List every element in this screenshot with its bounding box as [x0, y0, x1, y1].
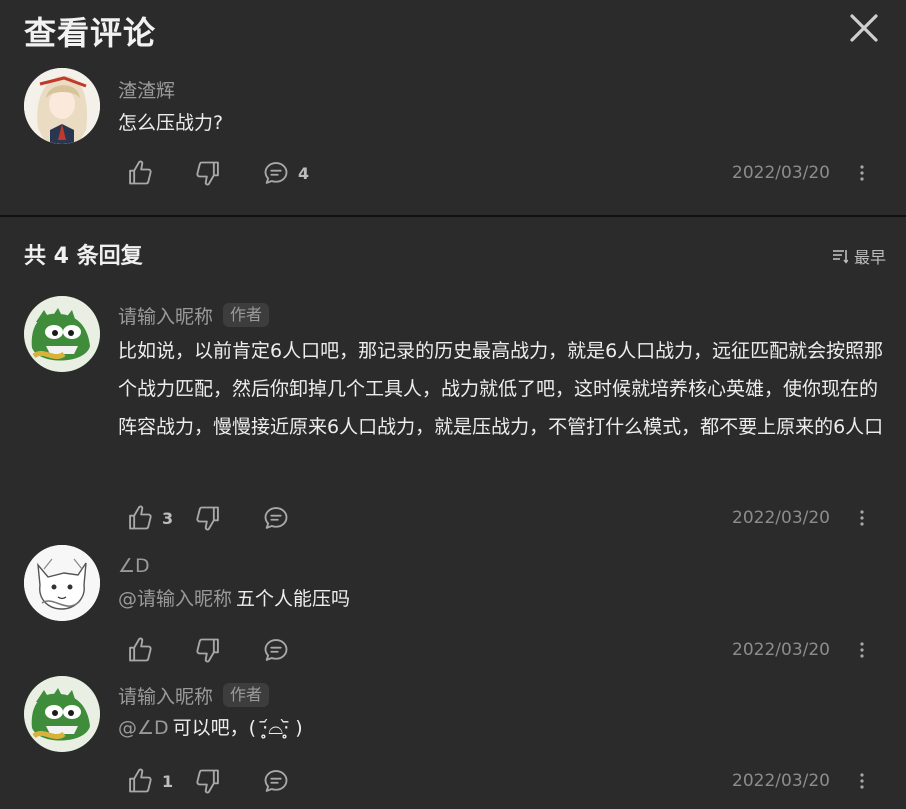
thumbs-up-icon — [126, 159, 154, 187]
comment-icon — [262, 636, 290, 664]
like-count: 1 — [162, 771, 174, 791]
dislike-button[interactable] — [194, 159, 262, 187]
more-button[interactable] — [850, 503, 874, 533]
like-button[interactable] — [126, 159, 194, 187]
more-button[interactable] — [850, 766, 874, 796]
thumbs-down-icon — [194, 767, 222, 795]
dislike-button[interactable] — [194, 636, 262, 664]
mention-link[interactable]: @请输入昵称 — [118, 588, 232, 610]
mention-link[interactable]: @∠D — [118, 717, 169, 739]
reply-text: 五个人能压吗 — [236, 588, 351, 610]
like-button[interactable]: 1 — [126, 767, 194, 795]
sort-button[interactable]: 最早 — [832, 244, 886, 268]
comment-icon — [262, 159, 290, 187]
comment-text: @请输入昵称 五个人能压吗 — [118, 581, 886, 617]
replies-count: 共 4 条回复 — [24, 244, 143, 269]
page-title: 查看评论 — [24, 14, 157, 52]
reply-button[interactable] — [262, 504, 330, 532]
more-vertical-icon — [859, 638, 865, 662]
reply-button[interactable] — [262, 767, 330, 795]
comment-text: 比如说，以前肯定6人口吧，那记录的历史最高战力，就是6人口战力，远征匹配就会按照… — [118, 340, 884, 438]
comment-date: 2022/03/20 — [732, 163, 830, 183]
reply-button[interactable]: 4 — [262, 159, 330, 187]
header: 查看评论 — [0, 0, 906, 62]
comment-author[interactable]: ∠D — [118, 555, 150, 577]
like-button[interactable] — [126, 636, 194, 664]
avatar[interactable] — [24, 545, 100, 621]
comment-author[interactable]: 渣渣辉 — [118, 76, 175, 103]
more-vertical-icon — [859, 769, 865, 793]
reply-item: ∠D @请输入昵称 五个人能压吗 2022/03/20 — [0, 545, 906, 670]
main-comment: 渣渣辉 怎么压战力? 4 2022/03/20 — [0, 68, 906, 208]
like-button[interactable]: 3 — [126, 504, 194, 532]
sort-icon — [832, 250, 848, 264]
thumbs-up-icon — [126, 504, 154, 532]
more-button[interactable] — [850, 158, 874, 188]
divider — [0, 215, 906, 217]
comment-date: 2022/03/20 — [732, 640, 830, 660]
author-badge: 作者 — [223, 683, 270, 707]
thumbs-down-icon — [194, 504, 222, 532]
replies-header: 共 4 条回复 最早 — [24, 238, 886, 274]
comment-author[interactable]: 请输入昵称 — [118, 302, 213, 329]
thumbs-down-icon — [194, 636, 222, 664]
comment-text: @∠D 可以吧，( ·̥̥̥᷄⌓·̥̥̥᷅ ) — [118, 710, 886, 746]
avatar[interactable] — [24, 676, 100, 752]
comment-date: 2022/03/20 — [732, 508, 830, 528]
more-vertical-icon — [859, 161, 865, 185]
comment-icon — [262, 504, 290, 532]
more-button[interactable] — [850, 635, 874, 665]
avatar[interactable] — [24, 68, 100, 144]
thumbs-down-icon — [194, 159, 222, 187]
reply-count: 4 — [298, 163, 310, 183]
more-vertical-icon — [859, 506, 865, 530]
comment-icon — [262, 767, 290, 795]
thumbs-up-icon — [126, 767, 154, 795]
thumbs-up-icon — [126, 636, 154, 664]
reply-item: 请输入昵称 作者 比如说，以前肯定6人口吧，那记录的历史最高战力，就是6人口战力… — [0, 296, 906, 536]
comment-author[interactable]: 请输入昵称 — [118, 682, 213, 709]
like-count: 3 — [162, 508, 174, 528]
author-badge: 作者 — [223, 303, 270, 327]
reply-button[interactable] — [262, 636, 330, 664]
comment-date: 2022/03/20 — [732, 771, 830, 791]
dislike-button[interactable] — [194, 767, 262, 795]
reply-text: 可以吧，( ·̥̥̥᷄⌓·̥̥̥᷅ ) — [172, 717, 303, 739]
avatar[interactable] — [24, 296, 100, 372]
dislike-button[interactable] — [194, 504, 262, 532]
reply-item: 请输入昵称 作者 @∠D 可以吧，( ·̥̥̥᷄⌓·̥̥̥᷅ ) 1 2022/0… — [0, 676, 906, 809]
sort-label: 最早 — [853, 248, 886, 267]
close-icon[interactable] — [848, 12, 880, 44]
comment-text: 怎么压战力? — [118, 112, 224, 134]
